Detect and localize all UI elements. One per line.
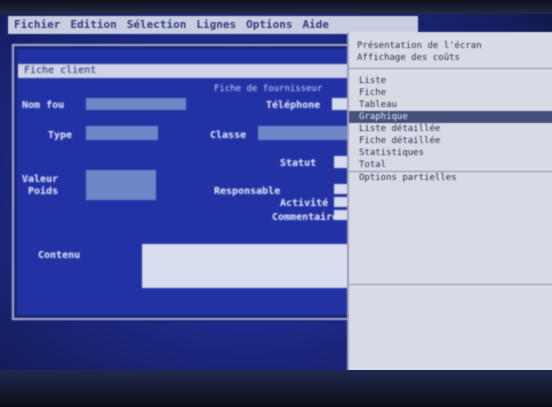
type-field[interactable] (86, 126, 158, 140)
value-label: Valeur (22, 174, 59, 185)
form-header-text: Fiche de fournisseur (214, 84, 323, 94)
popup-item-card[interactable]: Fiche (349, 87, 552, 99)
content-textarea[interactable] (142, 244, 382, 288)
type-label: Type (48, 130, 73, 141)
monitor-bezel-bottom (0, 370, 552, 407)
name-label: Nom fou (22, 100, 65, 111)
menu-item-selection[interactable]: Sélection (127, 16, 187, 34)
menu-item-options[interactable]: Options (246, 16, 292, 34)
popup-list: Liste Fiche Tableau Graphique Liste déta… (349, 75, 552, 184)
category-field[interactable] (258, 126, 350, 140)
name-field[interactable] (86, 98, 186, 110)
activity-label: Activité (280, 198, 329, 209)
view-menu-popup: Présentation de l'écran Affichage des co… (347, 32, 552, 392)
popup-divider (349, 284, 552, 285)
status-label: Statut (280, 158, 317, 169)
content-label: Contenu (38, 250, 81, 261)
menu-item-help[interactable]: Aide (302, 16, 329, 34)
value-field[interactable] (86, 170, 156, 200)
responsible-label: Responsable (214, 186, 281, 197)
popup-header-line1: Présentation de l'écran (357, 41, 482, 51)
popup-header: Présentation de l'écran Affichage des co… (349, 32, 552, 69)
popup-item-detailed-card[interactable]: Fiche détaillée (349, 135, 552, 147)
menu-item-edit[interactable]: Edition (70, 16, 116, 34)
popup-item-statistics[interactable]: Statistiques (349, 147, 552, 159)
phone-label: Téléphone (266, 100, 321, 111)
popup-item-total[interactable]: Total (349, 159, 552, 172)
popup-item-detailed-list[interactable]: Liste détaillée (349, 123, 552, 135)
comment-label: Commentaire (272, 212, 339, 223)
popup-item-partial-options[interactable]: Options partielles (349, 172, 552, 184)
monitor-bezel-top (0, 0, 552, 14)
crt-screen: Fichier Edition Sélection Lignes Options… (0, 0, 552, 407)
popup-item-chart[interactable]: Graphique (349, 111, 552, 123)
popup-item-list[interactable]: Liste (349, 75, 552, 87)
menu-item-lines[interactable]: Lignes (196, 16, 236, 34)
weight-label: Poids (28, 186, 59, 197)
category-label: Classe (210, 130, 247, 141)
popup-item-table[interactable]: Tableau (349, 99, 552, 111)
popup-header-line2: Affichage des coûts (357, 53, 460, 63)
menu-item-file[interactable]: Fichier (14, 16, 60, 34)
